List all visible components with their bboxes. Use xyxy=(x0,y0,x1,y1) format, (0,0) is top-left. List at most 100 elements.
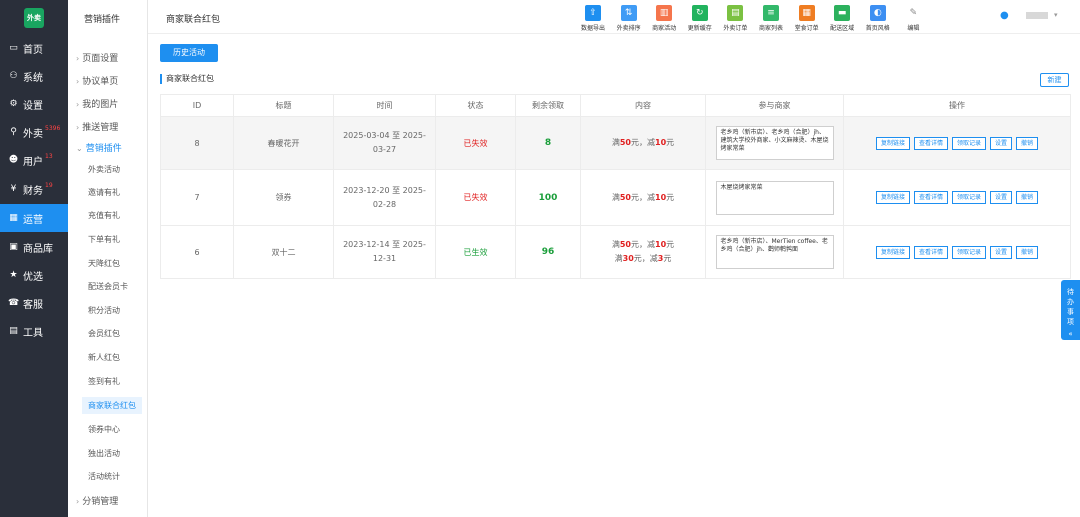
cell-remaining: 8 xyxy=(515,116,581,170)
sidebar-item-9[interactable]: 签到有礼 xyxy=(88,376,120,387)
toolbar-palette-button[interactable]: ◐ 首页风格 xyxy=(860,5,896,32)
toolbar-list-button[interactable]: ≡ 商家列表 xyxy=(753,5,789,32)
chevron-right-icon: › xyxy=(76,497,80,506)
toolbar-receipt-button[interactable]: ▦ 堂食订单 xyxy=(789,5,825,32)
sidebar-item-0[interactable]: 外卖活动 xyxy=(88,164,120,175)
toolbar-label: 堂食订单 xyxy=(794,25,819,32)
toolbar-upload-button[interactable]: ⇧ 数据导出 xyxy=(575,5,611,32)
sidebar-item-4[interactable]: 天降红包 xyxy=(88,258,120,269)
sidebar-item-1[interactable]: 邀请有礼 xyxy=(88,187,120,198)
cell-actions: 复制链接 查看详情 领取记录 设置 撤销 xyxy=(843,225,1071,279)
settings-button[interactable]: 设置 xyxy=(990,136,1013,150)
content-rule: 满50元，减10元 xyxy=(611,192,675,202)
toolbar-clipboard-button[interactable]: ▤ 外卖订单 xyxy=(717,5,753,32)
merchants-textbox[interactable]: 木屋烧烤家常菜 xyxy=(715,180,834,215)
view-details-button[interactable]: 查看详情 xyxy=(913,191,948,204)
nav-item-3[interactable]: ⚲ 外卖 5396 xyxy=(0,118,68,146)
sidebar-item-10[interactable]: 商家联合红包 xyxy=(82,397,142,414)
double-chevron-left-icon: « xyxy=(1068,330,1073,338)
action-group: 复制链接 查看详情 领取记录 设置 撤销 xyxy=(844,191,1070,204)
user-avatar-icon[interactable]: ● xyxy=(1000,11,1010,21)
toolbar-label: 外卖排序 xyxy=(616,25,641,32)
copy-link-button[interactable]: 复制链接 xyxy=(875,136,910,150)
box-icon: ▣ xyxy=(9,241,18,252)
new-button[interactable]: 新建 xyxy=(1040,73,1069,87)
todo-tab[interactable]: 待办事项 « xyxy=(1061,280,1080,340)
chart-icon: ▦ xyxy=(9,212,18,223)
sidebar-group-1[interactable]: › 协议单页 xyxy=(76,74,118,87)
copy-link-button[interactable]: 复制链接 xyxy=(875,245,910,259)
briefcase-icon: ▤ xyxy=(9,325,18,336)
sidebar-group-last[interactable]: › 分销管理 xyxy=(76,494,118,507)
sidebar-item-6[interactable]: 积分活动 xyxy=(88,305,120,316)
nav-item-8[interactable]: ★ 优选 xyxy=(0,261,68,289)
sidebar-item-2[interactable]: 充值有礼 xyxy=(88,210,120,221)
nav-item-4[interactable]: ☻ 用户 13 xyxy=(0,146,68,174)
settings-button[interactable]: 设置 xyxy=(990,245,1013,259)
claim-records-button[interactable]: 领取记录 xyxy=(951,191,986,204)
claim-records-button[interactable]: 领取记录 xyxy=(951,136,986,150)
view-details-button[interactable]: 查看详情 xyxy=(913,245,948,259)
cell-content: 满50元，减10元 xyxy=(580,169,706,226)
sidebar-group-0[interactable]: › 页面设置 xyxy=(76,51,118,64)
status-badge: 已失效 xyxy=(435,116,516,170)
star-icon: ★ xyxy=(9,269,18,280)
sidebar-item-13[interactable]: 活动统计 xyxy=(88,471,120,482)
sidebar-item-7[interactable]: 会员红包 xyxy=(88,328,120,339)
sidebar-item-3[interactable]: 下单有礼 xyxy=(88,234,120,245)
nav-item-0[interactable]: ▭ 首页 xyxy=(0,34,68,62)
merchants-textbox[interactable]: 老乡鸡（新市店）、老乡鸡（合肥）jh、建筑大学校外商家、小文麻辣烫、木屋烧烤家常… xyxy=(715,126,834,160)
chevron-down-icon[interactable]: ▾ xyxy=(1054,11,1058,19)
nav-item-6[interactable]: ▦ 运营 xyxy=(0,204,68,232)
revoke-button[interactable]: 撤销 xyxy=(1016,136,1039,150)
nav-item-10[interactable]: ▤ 工具 xyxy=(0,317,68,345)
toolbar-truck-button[interactable]: ▬ 配送区域 xyxy=(824,5,860,32)
sidebar-item-8[interactable]: 新人红包 xyxy=(88,352,120,363)
monitor-icon: ▭ xyxy=(9,42,18,53)
column-header-7: 操作 xyxy=(843,94,1071,117)
nav-item-label: 商品库 xyxy=(23,243,53,255)
nav-item-2[interactable]: ⚙ 设置 xyxy=(0,90,68,118)
cell-merchants: 老乡鸡（新市店）、老乡鸡（合肥）jh、建筑大学校外商家、小文麻辣烫、木屋烧烤家常… xyxy=(705,116,844,170)
main-nav: 外卖 ▭ 首页 ⚇ 系统 ⚙ 设置 ⚲ 外卖 5396 ☻ 用户 13 ¥ 财务 19 ▦ 运营 ▣ 商品库 ★ 优选 ☎… xyxy=(0,0,68,517)
sidebar-group-label: 推送管理 xyxy=(82,123,119,133)
claim-records-button[interactable]: 领取记录 xyxy=(951,245,986,259)
nav-item-5[interactable]: ¥ 财务 19 xyxy=(0,175,68,203)
column-header-1: 标题 xyxy=(233,94,334,117)
cell-id: 8 xyxy=(160,116,234,170)
sidebar-item-5[interactable]: 配送会员卡 xyxy=(88,281,128,292)
sidebar-group-2[interactable]: › 我的图片 xyxy=(76,97,118,110)
cell-title: 春暖花开 xyxy=(233,116,334,170)
nav-item-9[interactable]: ☎ 客服 xyxy=(0,289,68,317)
sidebar-item-11[interactable]: 领券中心 xyxy=(88,424,120,435)
nav-item-7[interactable]: ▣ 商品库 xyxy=(0,233,68,261)
sidebar-item-12[interactable]: 独出活动 xyxy=(88,448,120,459)
toolbar-gift-button[interactable]: ▥ 商家活动 xyxy=(646,5,682,32)
copy-link-button[interactable]: 复制链接 xyxy=(875,191,910,204)
sidebar-group-open[interactable]: ⌄ 营销插件 xyxy=(76,141,122,154)
sidebar-group-label: 我的图片 xyxy=(82,100,119,110)
secondary-sidebar: 营销插件 › 页面设置 › 协议单页 › 我的图片 › 推送管理 ⌄ 营销插件 外卖活动 邀请有礼 充值… xyxy=(68,0,148,517)
toolbar-refresh-button[interactable]: ↻ 更新缓存 xyxy=(682,5,718,32)
revoke-button[interactable]: 撤销 xyxy=(1016,191,1039,204)
revoke-button[interactable]: 撤销 xyxy=(1016,245,1039,259)
settings-button[interactable]: 设置 xyxy=(990,191,1013,204)
sidebar-group-3[interactable]: › 推送管理 xyxy=(76,120,118,133)
toolbar-pencil-button[interactable]: ✎ 编辑 xyxy=(895,5,931,32)
toolbar-sort-button[interactable]: ⇅ 外卖排序 xyxy=(611,5,647,32)
merchants-textbox[interactable]: 老乡鸡（新市店）、MerTien coffee、老乡鸡（合肥）jh、鹳师鹌鹑面 xyxy=(715,235,834,269)
nav-item-1[interactable]: ⚇ 系统 xyxy=(0,62,68,90)
status-badge: 已生效 xyxy=(435,225,516,279)
cell-merchants: 老乡鸡（新市店）、MerTien coffee、老乡鸡（合肥）jh、鹳师鹌鹑面 xyxy=(705,225,844,279)
column-header-4: 剩余领取 xyxy=(515,94,581,117)
table-row: 7 领券 2023-12-20 至 2025-02-28 已失效 100 满50元，减10… xyxy=(160,169,1071,226)
history-activities-button[interactable]: 历史活动 xyxy=(160,44,218,62)
user-name-placeholder[interactable] xyxy=(1026,12,1048,19)
view-details-button[interactable]: 查看详情 xyxy=(913,136,948,150)
table-row: 8 春暖花开 2025-03-04 至 2025-03-27 已失效 8 满50元，减10… xyxy=(160,116,1071,170)
todo-tab-char: 项 xyxy=(1067,318,1074,326)
receipt-icon: ▦ xyxy=(798,5,815,21)
threshold-amount: 30 xyxy=(622,254,634,263)
app-logo[interactable]: 外卖 xyxy=(24,8,44,28)
time-text: 2023-12-20 至 2025-02-28 xyxy=(343,185,426,209)
